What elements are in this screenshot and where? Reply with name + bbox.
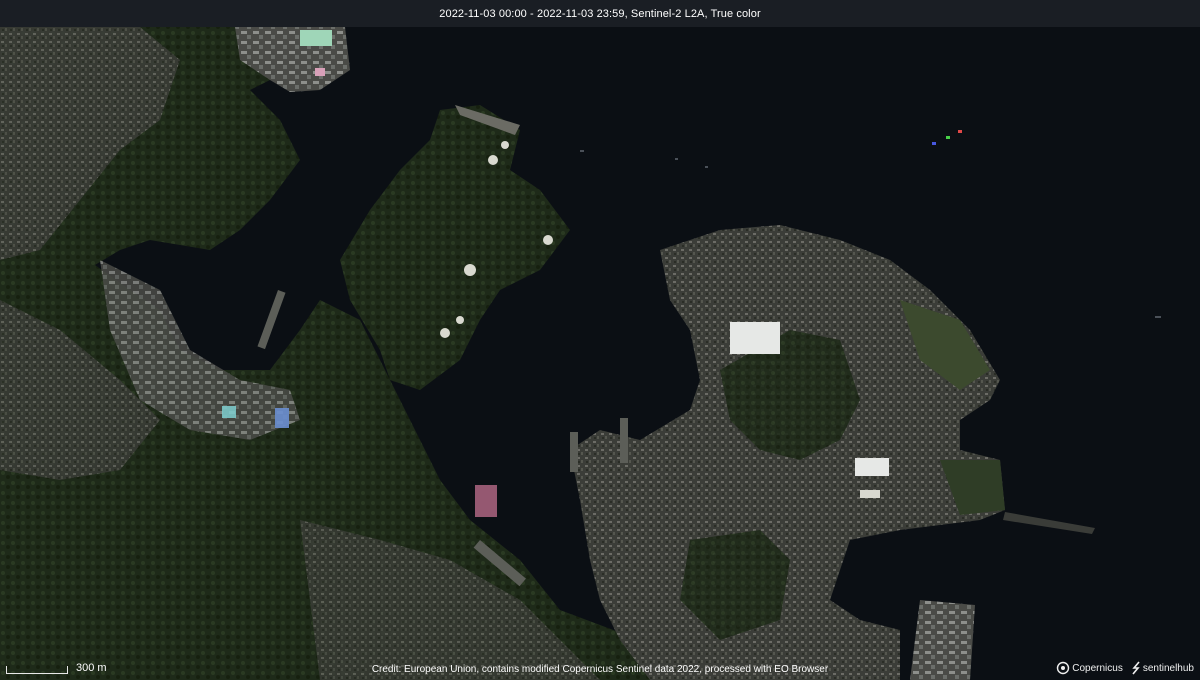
sentinelhub-icon xyxy=(1132,661,1140,675)
copernicus-icon xyxy=(1057,661,1070,675)
map-title: 2022-11-03 00:00 - 2022-11-03 23:59, Sen… xyxy=(439,7,761,20)
map-header-bar: 2022-11-03 00:00 - 2022-11-03 23:59, Sen… xyxy=(0,0,1200,27)
satellite-map[interactable] xyxy=(0,0,1200,680)
logo-group: Copernicus sentinelhub xyxy=(1056,661,1194,675)
sentinelhub-label: sentinelhub xyxy=(1142,662,1194,674)
attribution-text: Credit: European Union, contains modifie… xyxy=(371,664,829,675)
copernicus-logo[interactable]: Copernicus xyxy=(1056,661,1123,675)
copernicus-label: Copernicus xyxy=(1072,662,1123,674)
sentinelhub-logo[interactable]: sentinelhub xyxy=(1131,661,1194,675)
